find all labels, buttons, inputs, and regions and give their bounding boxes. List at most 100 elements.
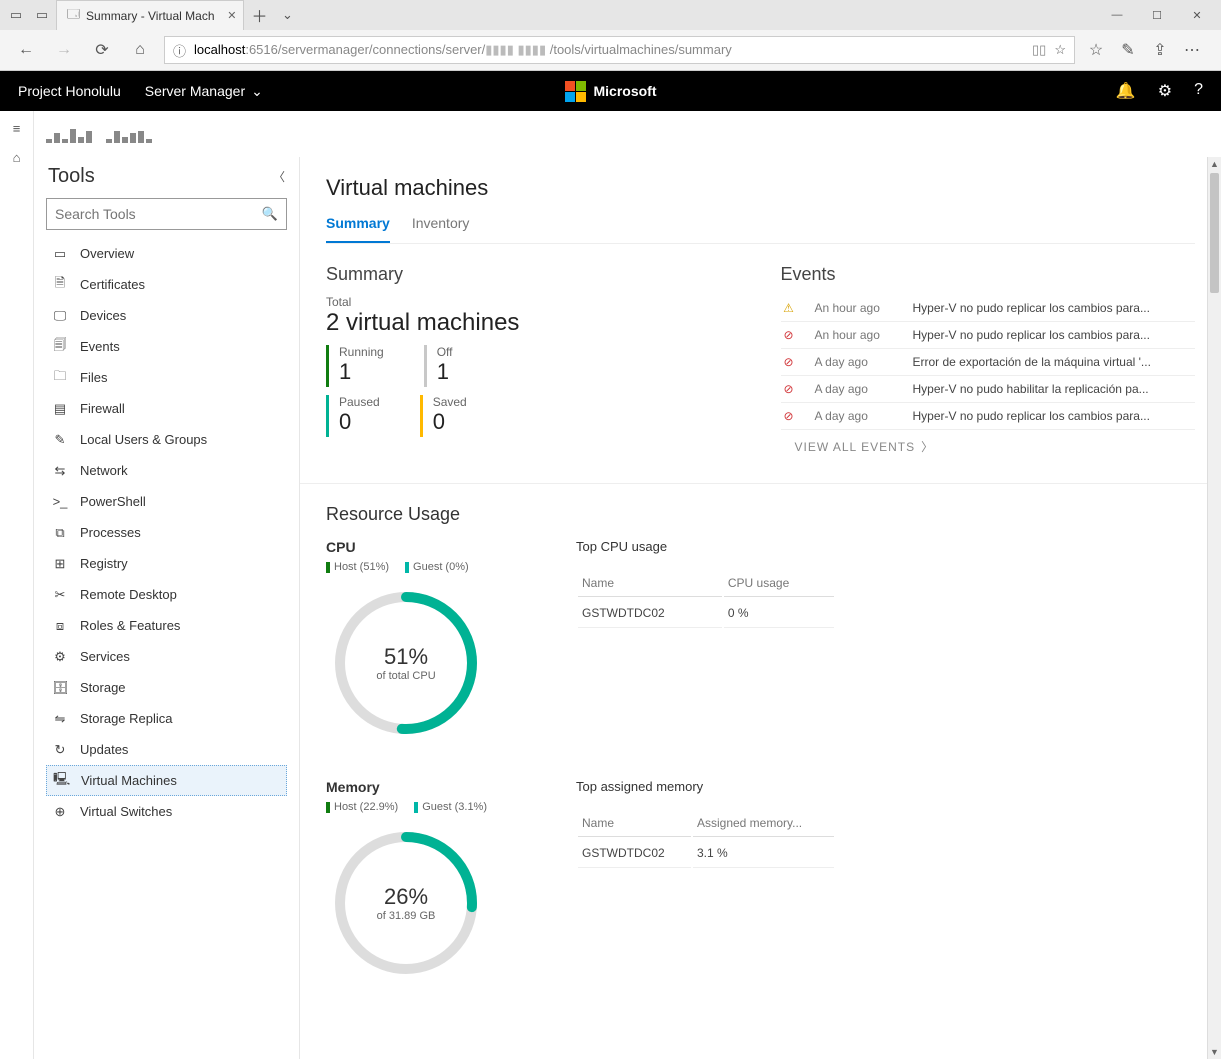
sidebar-item-updates[interactable]: ↻ Updates — [46, 734, 287, 765]
close-window-button[interactable]: ✕ — [1177, 0, 1217, 30]
sidebar-item-virtual-machines[interactable]: 🖳Virtual Machines — [46, 765, 287, 796]
sidebar-item-services[interactable]: ⚙Services — [46, 641, 287, 672]
sidebar-item-devices[interactable]: 🖵Devices — [46, 300, 287, 331]
event-message: Hyper-V no pudo habilitar la replicación… — [913, 382, 1196, 396]
stat-saved: Saved0 — [420, 395, 467, 437]
notes-icon[interactable]: ✎ — [1117, 40, 1139, 60]
close-icon[interactable]: ✕ — [227, 9, 236, 22]
sidebar-item-firewall[interactable]: ▤Firewall — [46, 393, 287, 424]
favorites-star-icon[interactable]: ☆ — [1085, 40, 1107, 60]
tool-label: Events — [80, 339, 120, 354]
event-row[interactable]: ⚠An hour agoHyper-V no pudo replicar los… — [781, 295, 1196, 322]
sidebar-item-powershell[interactable]: >_PowerShell — [46, 486, 287, 517]
sidebar-item-files[interactable]: 🗀Files — [46, 362, 287, 393]
sidebar-item-local-users-groups[interactable]: ✎Local Users & Groups — [46, 424, 287, 455]
tool-label: Updates — [80, 742, 128, 757]
minimize-button[interactable]: — — [1097, 0, 1137, 30]
site-info-icon[interactable]: ⓘ — [173, 41, 186, 60]
hamburger-icon[interactable]: ≡ — [13, 121, 21, 136]
sidebar-item-remote-desktop[interactable]: ✂Remote Desktop — [46, 579, 287, 610]
refresh-button[interactable]: ⟳ — [88, 40, 116, 60]
sidebar-item-certificates[interactable]: 🗎Certificates — [46, 269, 287, 300]
tool-label: Storage Replica — [80, 711, 173, 726]
content-scrollbar[interactable]: ▲ ▼ — [1207, 157, 1221, 1059]
notifications-icon[interactable]: 🔔 — [1116, 81, 1136, 101]
chevron-down-icon: ⌄ — [251, 83, 263, 100]
tool-label: Registry — [80, 556, 128, 571]
browser-chrome: ▭ ▭ 🗔 Summary - Virtual Mach ✕ ＋ ⌄ — ☐ ✕… — [0, 0, 1221, 71]
tool-icon: ⇆ — [52, 463, 68, 479]
tool-label: Storage — [80, 680, 126, 695]
tool-icon: ▭ — [52, 246, 68, 262]
cpu-donut: 51% of total CPU — [326, 583, 486, 743]
tool-label: Virtual Machines — [81, 773, 177, 788]
severity-icon: ⊘ — [781, 409, 797, 423]
tab-chevron-icon[interactable]: ⌄ — [276, 3, 300, 27]
server-manager-dropdown[interactable]: Server Manager ⌄ — [145, 83, 263, 100]
sidebar-item-overview[interactable]: ▭ Overview — [46, 238, 287, 269]
event-time: A day ago — [815, 355, 895, 369]
collapse-sidebar-icon[interactable]: 〈 — [273, 168, 285, 185]
reading-view-icon[interactable]: ▯▯ — [1032, 42, 1046, 58]
tool-icon: ⇋ — [52, 711, 68, 727]
stat-off: Off1 — [424, 345, 453, 387]
sidebar-item-network[interactable]: ⇆Network — [46, 455, 287, 486]
event-message: Error de exportación de la máquina virtu… — [913, 355, 1196, 369]
event-row[interactable]: ⊘A day agoHyper-V no pudo habilitar la r… — [781, 376, 1196, 403]
scrollbar-thumb[interactable] — [1210, 173, 1219, 293]
page-tabs: Summary Inventory — [326, 215, 1195, 244]
severity-icon: ⚠ — [781, 301, 797, 315]
tool-icon: 🗐 — [52, 336, 68, 358]
tool-icon: ⊞ — [52, 556, 68, 572]
favorite-icon[interactable]: ☆ — [1054, 42, 1066, 58]
resource-usage-heading: Resource Usage — [326, 504, 1195, 525]
app-icon-2: ▭ — [30, 3, 54, 27]
new-tab-button[interactable]: ＋ — [246, 3, 274, 27]
search-tools[interactable]: 🔍 — [46, 198, 287, 230]
tool-label: Certificates — [80, 277, 145, 292]
table-row[interactable]: GSTWDTDC020 % — [578, 599, 834, 628]
address-bar[interactable]: ⓘ localhost:6516/servermanager/connectio… — [164, 36, 1075, 64]
tab-summary[interactable]: Summary — [326, 215, 390, 243]
memory-block: Memory Host (22.9%) Guest (3.1%) 26% — [326, 779, 1195, 983]
tool-label: Overview — [80, 246, 134, 261]
table-row[interactable]: GSTWDTDC023.1 % — [578, 839, 834, 868]
sidebar-item-processes[interactable]: ⧉Processes — [46, 517, 287, 548]
chevron-right-icon: 〉 — [921, 438, 934, 455]
sidebar-item-registry[interactable]: ⊞ Registry — [46, 548, 287, 579]
event-row[interactable]: ⊘A day agoHyper-V no pudo replicar los c… — [781, 403, 1196, 430]
sidebar-item-roles-features[interactable]: ⧈Roles & Features — [46, 610, 287, 641]
tool-label: Roles & Features — [80, 618, 180, 633]
tool-icon: ✎ — [52, 432, 68, 448]
sidebar-item-events[interactable]: 🗐 Events — [46, 331, 287, 362]
tool-icon: ✂ — [52, 587, 68, 603]
sidebar-item-storage[interactable]: 🗄 Storage — [46, 672, 287, 703]
tool-icon: >_ — [52, 494, 68, 509]
sidebar-item-storage-replica[interactable]: ⇋ Storage Replica — [46, 703, 287, 734]
summary-heading: Summary — [326, 264, 741, 285]
share-icon[interactable]: ⇪ — [1149, 40, 1171, 60]
settings-icon[interactable]: ⚙ — [1158, 81, 1172, 101]
home-button[interactable]: ⌂ — [126, 41, 154, 59]
tool-label: Firewall — [80, 401, 125, 416]
more-icon[interactable]: ⋯ — [1181, 40, 1203, 60]
event-message: Hyper-V no pudo replicar los cambios par… — [913, 328, 1196, 342]
home-icon[interactable]: ⌂ — [13, 150, 21, 165]
back-button[interactable]: ← — [12, 41, 40, 59]
help-icon[interactable]: ? — [1194, 81, 1203, 101]
event-row[interactable]: ⊘An hour agoHyper-V no pudo replicar los… — [781, 322, 1196, 349]
tool-icon: ↻ — [52, 742, 68, 758]
tab-inventory[interactable]: Inventory — [412, 215, 470, 243]
event-row[interactable]: ⊘A day agoError de exportación de la máq… — [781, 349, 1196, 376]
tool-icon: 🗄 — [52, 680, 68, 696]
search-input[interactable] — [55, 206, 262, 222]
server-breadcrumb — [34, 111, 1221, 157]
tool-label: Files — [80, 370, 107, 385]
tab-doc-icon: 🗔 — [67, 5, 80, 26]
view-all-events[interactable]: VIEW ALL EVENTS 〉 — [781, 438, 935, 455]
page-title: Virtual machines — [326, 175, 1195, 201]
event-time: An hour ago — [815, 301, 895, 315]
maximize-button[interactable]: ☐ — [1137, 0, 1177, 30]
browser-tab[interactable]: 🗔 Summary - Virtual Mach ✕ — [56, 0, 244, 30]
sidebar-item-virtual-switches[interactable]: ⊕Virtual Switches — [46, 796, 287, 827]
